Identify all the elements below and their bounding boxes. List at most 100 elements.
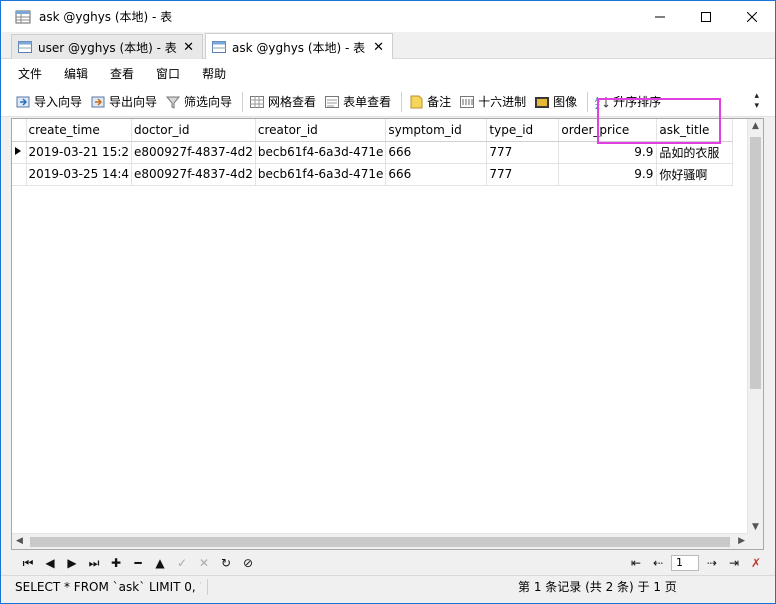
scroll-down-icon[interactable]: ▼ (752, 522, 759, 532)
horizontal-scroll-thumb[interactable] (30, 537, 730, 547)
table-icon (15, 10, 31, 23)
grid-view-button[interactable]: 网格查看 (249, 93, 316, 110)
delete-record-button[interactable]: ━ (127, 554, 149, 572)
apply-changes-button[interactable]: ✓ (171, 554, 193, 572)
memo-icon (410, 95, 423, 108)
table-cell[interactable]: becb61f4-6a3d-471e (255, 163, 387, 186)
table-cell[interactable]: 2019-03-21 15:2 (26, 141, 132, 164)
sort-ascending-button[interactable]: AZ 升序排序 (594, 93, 661, 110)
minimize-icon (655, 16, 665, 17)
toolbar-separator (587, 91, 589, 112)
vertical-scrollbar[interactable]: ▲ ▼ (747, 119, 763, 534)
discard-changes-button[interactable]: ✕ (193, 554, 215, 572)
add-record-button[interactable]: ✚ (105, 554, 127, 572)
toolbar-separator (242, 91, 244, 112)
close-button[interactable] (729, 1, 775, 32)
filter-wizard-button[interactable]: 筛选向导 (165, 93, 232, 110)
row-marker (12, 163, 27, 186)
hex-button[interactable]: 十六进制 (459, 93, 526, 110)
form-icon (325, 95, 340, 108)
export-wizard-button[interactable]: 导出向导 (90, 93, 157, 110)
form-view-button[interactable]: 表单查看 (324, 93, 391, 110)
menu-view[interactable]: 查看 (99, 65, 145, 82)
next-page-button[interactable]: ⇢ (701, 554, 723, 572)
filter-icon (165, 96, 181, 109)
table-cell[interactable]: 9.9 (558, 141, 658, 164)
table-cell[interactable]: 666 (385, 141, 488, 164)
form-view-label: 表单查看 (343, 95, 392, 109)
menu-help[interactable]: 帮助 (191, 65, 237, 82)
table-cell[interactable]: 666 (385, 163, 488, 186)
menu-file[interactable]: 文件 (7, 65, 53, 82)
sort-ascending-label: 升序排序 (613, 95, 662, 109)
grid-icon (250, 95, 265, 108)
first-record-button[interactable]: ⏮ (17, 554, 39, 572)
table-icon (18, 41, 32, 53)
toolbar-overflow-button[interactable]: ▴ ▾ (754, 91, 759, 111)
hex-icon (460, 95, 475, 108)
table-icon (212, 41, 226, 53)
table-row[interactable]: 2019-03-21 15:2 e800927f-4837-4d2 becb61… (12, 141, 734, 164)
horizontal-scrollbar[interactable]: ◀ ▶ (12, 533, 749, 549)
grid-view-label: 网格查看 (268, 95, 317, 109)
table-cell[interactable]: 2019-03-25 14:4 (26, 163, 132, 186)
column-header-ask-title[interactable]: ask_title (656, 119, 734, 142)
refresh-button[interactable]: ↻ (215, 554, 237, 572)
edit-up-button[interactable]: ▲ (149, 554, 171, 572)
filter-label: 筛选向导 (184, 95, 233, 109)
column-header-creator-id[interactable]: creator_id (255, 119, 387, 142)
maximize-button[interactable] (683, 1, 729, 32)
table-cell[interactable]: e800927f-4837-4d2 (131, 163, 256, 186)
column-header-order-price[interactable]: order_price (558, 119, 658, 142)
import-wizard-button[interactable]: 导入向导 (15, 93, 82, 110)
tab-ask[interactable]: ask @yghys (本地) - 表 ✕ (205, 33, 393, 60)
table-cell[interactable]: 9.9 (558, 163, 658, 186)
toolbar-separator (401, 91, 403, 112)
table-cell[interactable]: 777 (486, 141, 560, 164)
table-cell[interactable]: 777 (486, 163, 560, 186)
export-icon (91, 96, 105, 107)
tab-label: ask @yghys (本地) - 表 (232, 40, 366, 55)
data-grid[interactable]: create_time doctor_id creator_id symptom… (11, 118, 764, 550)
page-settings-icon[interactable]: ✗ (745, 554, 767, 572)
tab-user[interactable]: user @yghys (本地) - 表 ✕ (11, 34, 203, 59)
column-header-type-id[interactable]: type_id (486, 119, 560, 142)
column-header-doctor-id[interactable]: doctor_id (131, 119, 256, 142)
image-label: 图像 (553, 95, 578, 109)
table-cell[interactable]: 品如的衣服 (656, 141, 734, 164)
first-page-button[interactable]: ⇤ (625, 554, 647, 572)
close-tab-icon[interactable]: ✕ (181, 40, 196, 55)
scroll-left-icon[interactable]: ◀ (16, 536, 23, 546)
image-button[interactable]: 图像 (534, 93, 577, 110)
vertical-scroll-thumb[interactable] (750, 137, 761, 389)
export-label: 导出向导 (109, 95, 158, 109)
table-cell[interactable]: 你好骚啊 (656, 163, 734, 186)
previous-record-button[interactable]: ◀ (39, 554, 61, 572)
table-cell[interactable]: e800927f-4837-4d2 (131, 141, 256, 164)
next-record-button[interactable]: ▶ (61, 554, 83, 572)
status-divider (207, 578, 208, 595)
last-record-button[interactable]: ⏭ (83, 554, 105, 572)
current-row-indicator-icon (12, 141, 27, 164)
record-navigation-bar: ⏮ ◀ ▶ ⏭ ✚ ━ ▲ ✓ ✕ ↻ ⊘ ⇤ ⇠ 1 ⇢ ⇥ ✗ (1, 552, 775, 574)
memo-button[interactable]: 备注 (408, 93, 451, 110)
page-number-input[interactable]: 1 (671, 555, 699, 571)
table-row[interactable]: 2019-03-25 14:4 e800927f-4837-4d2 becb61… (12, 163, 734, 186)
hex-label: 十六进制 (478, 95, 527, 109)
scroll-right-icon[interactable]: ▶ (738, 536, 745, 546)
column-header-symptom-id[interactable]: symptom_id (385, 119, 488, 142)
column-header-create-time[interactable]: create_time (26, 119, 132, 142)
menu-window[interactable]: 窗口 (145, 65, 191, 82)
sort-ascending-icon: AZ (595, 96, 609, 110)
scroll-up-icon[interactable]: ▲ (752, 121, 759, 131)
close-tab-icon[interactable]: ✕ (371, 40, 386, 55)
last-page-button[interactable]: ⇥ (723, 554, 745, 572)
table-cell[interactable]: becb61f4-6a3d-471e (255, 141, 387, 164)
previous-page-button[interactable]: ⇠ (647, 554, 669, 572)
image-icon (535, 96, 550, 108)
minimize-button[interactable] (637, 1, 683, 32)
stop-button[interactable]: ⊘ (237, 554, 259, 572)
scroll-corner (747, 533, 763, 549)
app-window: ask @yghys (本地) - 表 user @yghys (本地) - 表… (0, 0, 776, 604)
menu-edit[interactable]: 编辑 (53, 65, 99, 82)
